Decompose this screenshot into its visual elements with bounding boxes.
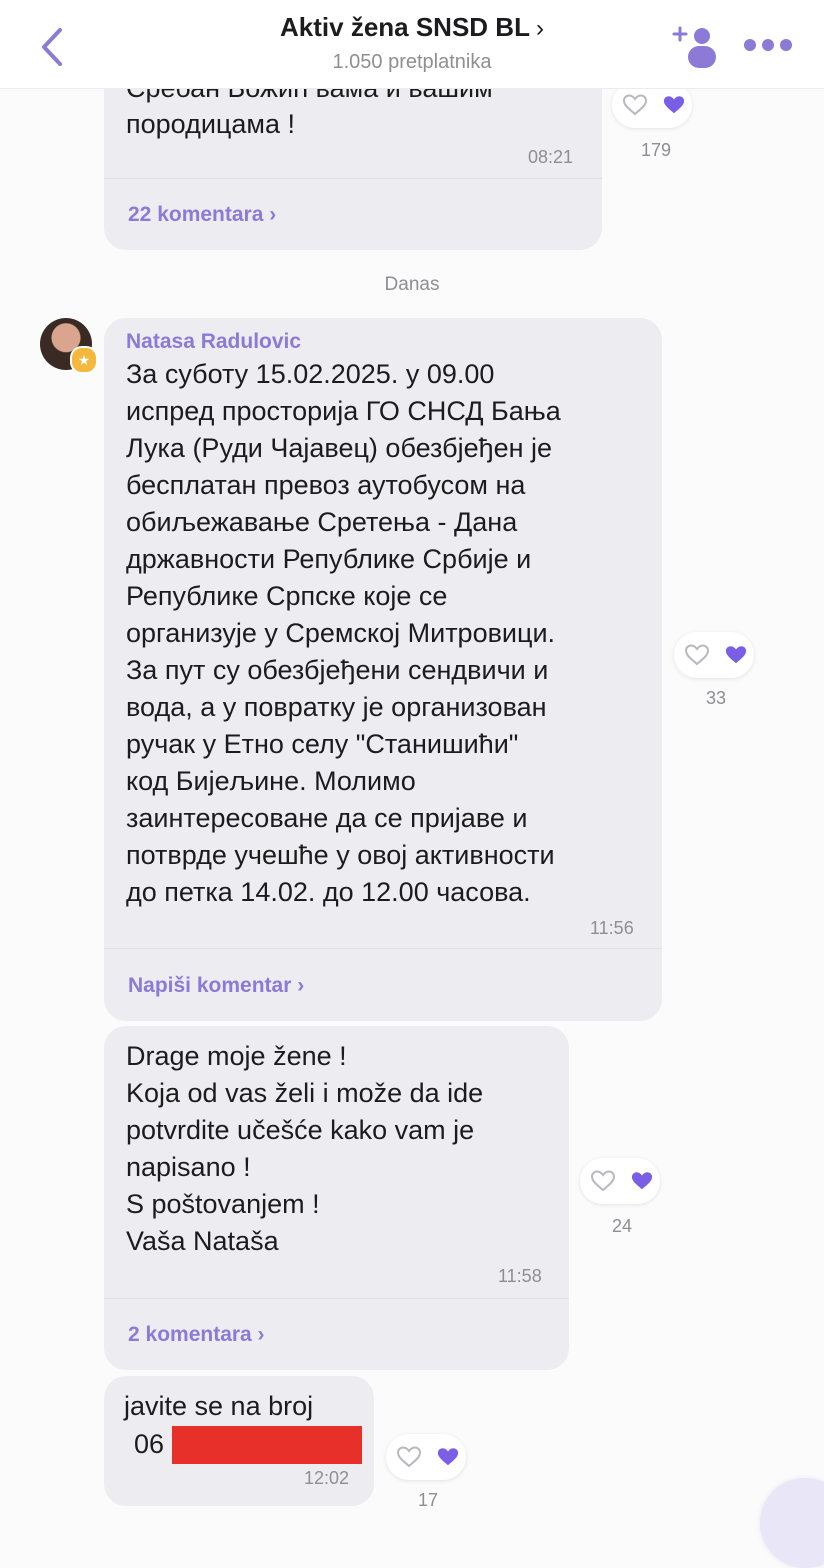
reactions: 33: [674, 632, 754, 708]
message-time: 11:58: [498, 1266, 542, 1286]
message-text: породицама !: [126, 109, 295, 139]
heart-outline-icon[interactable]: [684, 643, 710, 667]
add-member-button[interactable]: [668, 22, 720, 70]
reaction-pill[interactable]: [386, 1434, 466, 1480]
reaction-pill[interactable]: [674, 632, 754, 678]
comments-link[interactable]: 22 komentara ›: [128, 203, 276, 227]
date-separator: Danas: [384, 274, 440, 295]
message-time: 08:21: [528, 147, 574, 167]
heart-outline-icon[interactable]: [396, 1445, 422, 1469]
title-chevron-icon: ›: [535, 15, 544, 42]
comments-link[interactable]: 2 komentara ›: [128, 1323, 265, 1347]
more-button[interactable]: [742, 30, 794, 60]
reaction-pill[interactable]: [580, 1158, 660, 1204]
reaction-count: 33: [705, 688, 727, 708]
channel-title: Aktiv žena SNSD BL: [280, 12, 530, 42]
message-text: За суботу 15.02.2025. у 09.00 испред про…: [126, 359, 561, 907]
write-comment-link[interactable]: Napiši komentar ›: [128, 974, 304, 998]
message-time: 11:56: [590, 918, 634, 938]
heart-filled-icon: [725, 646, 747, 664]
reaction-count: 17: [417, 1490, 439, 1510]
admin-star-icon: ★: [70, 346, 98, 374]
reaction-count: 24: [611, 1216, 633, 1236]
reaction-count: 179: [640, 140, 672, 160]
message-bubble[interactable]: Natasa Radulovic За суботу 15.02.2025. у…: [104, 318, 662, 1021]
heart-filled-icon: [437, 1448, 459, 1466]
message-text: javite se na broj: [124, 1391, 314, 1421]
scroll-down-button[interactable]: [760, 1478, 824, 1568]
reactions: 24: [580, 1158, 660, 1236]
heart-filled-icon: [631, 1172, 653, 1190]
divider: [104, 948, 662, 949]
heart-outline-icon[interactable]: [590, 1169, 616, 1193]
redaction-bar: [172, 1426, 362, 1464]
chat-header: Aktiv žena SNSD BL › 1.050 pretplatnika: [0, 0, 824, 89]
message-bubble[interactable]: javite se na broj 06 12:02: [104, 1376, 374, 1506]
more-dots-icon: [744, 39, 792, 51]
divider: [104, 1298, 569, 1299]
reactions: 17: [386, 1434, 466, 1510]
heart-outline-icon[interactable]: [622, 93, 648, 117]
heart-filled-icon: [663, 96, 685, 114]
divider: [104, 178, 602, 179]
message-time: 12:02: [304, 1468, 350, 1488]
message-text-number: 06: [134, 1429, 165, 1459]
message-text: Drage moje žene ! Koja od vas želi i mož…: [126, 1041, 484, 1256]
sender-name[interactable]: Natasa Radulovic: [126, 330, 301, 354]
message-bubble[interactable]: Drage moje žene ! Koja od vas želi i mož…: [104, 1026, 569, 1370]
add-member-icon: [672, 26, 716, 68]
